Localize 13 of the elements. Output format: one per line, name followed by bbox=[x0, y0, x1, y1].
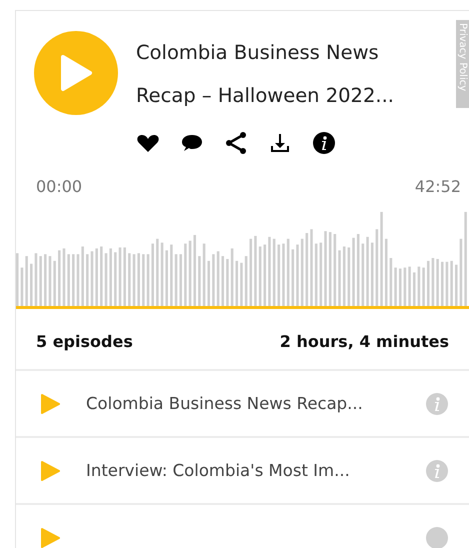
play-icon[interactable] bbox=[40, 394, 60, 414]
episode-title[interactable]: Colombia Business News Recap... bbox=[86, 394, 425, 413]
share-icon[interactable] bbox=[224, 131, 248, 155]
episode-title: Colombia Business News Recap – Halloween 2022... bbox=[136, 40, 394, 109]
duration-time: 42:52 bbox=[414, 177, 461, 196]
elapsed-time: 00:00 bbox=[36, 177, 82, 196]
play-icon[interactable] bbox=[40, 528, 60, 548]
episode-count: 5 episodes bbox=[36, 332, 133, 351]
download-icon[interactable] bbox=[268, 131, 292, 155]
play-icon[interactable] bbox=[40, 460, 60, 480]
play-icon bbox=[59, 54, 93, 92]
total-duration: 2 hours, 4 minutes bbox=[280, 332, 449, 351]
episode-title[interactable]: Interview: Colombia's Most Im... bbox=[86, 461, 425, 480]
